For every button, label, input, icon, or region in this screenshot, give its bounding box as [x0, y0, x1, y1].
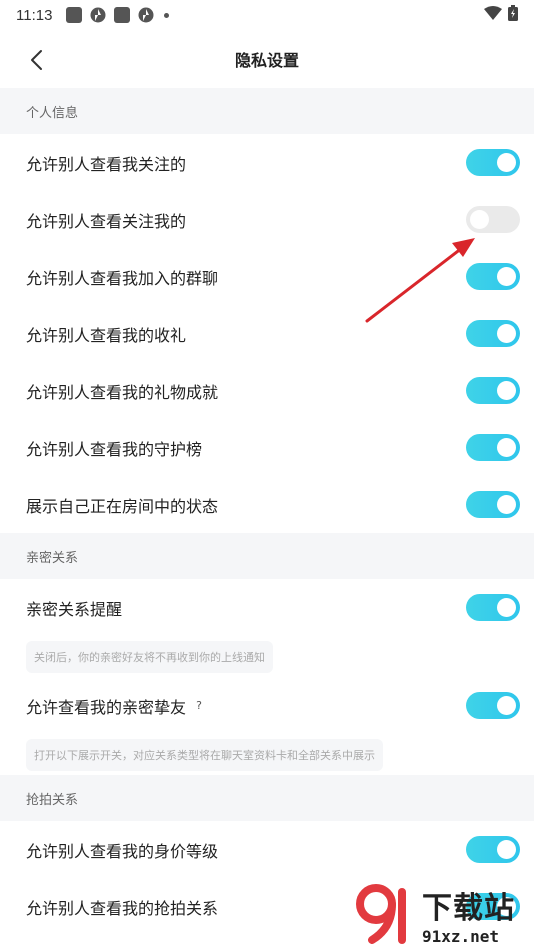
toggle-knob	[497, 696, 516, 715]
section-header-grab: 抢拍关系	[0, 775, 534, 821]
toggle-knob	[497, 381, 516, 400]
reminder-hint: 关闭后，你的亲密好友将不再收到你的上线通知	[26, 640, 273, 673]
setting-label: 允许别人查看我的身价等级	[26, 841, 219, 861]
toggle-switch-on[interactable]	[466, 320, 520, 347]
setting-label: 允许别人查看关注我的	[26, 211, 187, 231]
toggle-switch-on[interactable]	[466, 836, 520, 863]
setting-personal-row: 允许别人查看我的守护榜	[0, 419, 534, 476]
watermark-url: 91xz.net	[422, 926, 500, 946]
setting-grab-row: 允许别人查看我的身价等级	[0, 821, 534, 878]
toggle-switch-on[interactable]	[466, 377, 520, 404]
setting-personal-row: 展示自己正在房间中的状态	[0, 476, 534, 533]
watermark: 下载站 91xz.net	[356, 882, 526, 946]
setting-personal-row: 允许别人查看我加入的群聊	[0, 248, 534, 305]
setting-personal-row: 允许别人查看我的礼物成就	[0, 362, 534, 419]
battery-icon	[508, 5, 518, 25]
toggle-intimate-friends[interactable]	[466, 692, 520, 719]
toggle-knob	[497, 438, 516, 457]
back-button[interactable]	[22, 46, 50, 74]
watermark-cn: 下载站	[422, 890, 515, 926]
setting-personal-row: 允许别人查看我关注的	[0, 134, 534, 191]
friends-hint: 打开以下展示开关，对应关系类型将在聊天室资料卡和全部关系中展示	[26, 738, 383, 771]
toggle-knob	[470, 210, 489, 229]
setting-personal-row: 允许别人查看我的收礼	[0, 305, 534, 362]
sync-icon	[90, 7, 106, 23]
wifi-icon	[484, 6, 502, 24]
toggle-knob	[497, 324, 516, 343]
setting-label: 允许别人查看我加入的群聊	[26, 268, 219, 288]
status-bar: 11:13	[0, 0, 534, 30]
chevron-left-icon	[31, 50, 42, 70]
nav-bar: 隐私设置	[0, 30, 534, 88]
toggle-switch-on[interactable]	[466, 434, 520, 461]
more-notifications-dot	[164, 12, 170, 18]
sync-icon-2	[138, 7, 154, 23]
toggle-knob	[497, 840, 516, 859]
toggle-knob	[497, 495, 516, 514]
setting-label: 允许别人查看我的礼物成就	[26, 382, 219, 402]
personal-settings-list: 允许别人查看我关注的 允许别人查看关注我的允许别人查看我加入的群聊 允许别人查看我的…	[0, 134, 534, 533]
setting-label: 允许查看我的亲密挚友	[26, 697, 187, 717]
toggle-knob	[497, 598, 516, 617]
setting-label: 允许别人查看我的收礼	[26, 325, 187, 345]
page-title: 隐私设置	[234, 51, 299, 70]
setting-label-wrap: 允许查看我的亲密挚友 ?	[26, 694, 466, 718]
watermark-logo	[356, 884, 418, 944]
setting-label: 允许别人查看我的守护榜	[26, 439, 203, 459]
setting-label: 展示自己正在房间中的状态	[26, 496, 219, 516]
toggle-knob	[497, 153, 516, 172]
setting-personal-row: 允许别人查看关注我的	[0, 191, 534, 248]
section-header-personal: 个人信息	[0, 88, 534, 134]
toggle-knob	[497, 267, 516, 286]
toggle-intimate-reminder[interactable]	[466, 594, 520, 621]
notification-app-icon	[66, 7, 83, 23]
section-header-intimate: 亲密关系	[0, 533, 534, 579]
notification-app-icon-2	[114, 7, 131, 23]
setting-label: 亲密关系提醒	[26, 599, 123, 619]
setting-row-intimate-friends: 允许查看我的亲密挚友 ?	[0, 677, 534, 734]
toggle-switch-on[interactable]	[466, 491, 520, 518]
hint-wrap-friends: 打开以下展示开关，对应关系类型将在聊天室资料卡和全部关系中展示	[0, 734, 534, 775]
toggle-switch-on[interactable]	[466, 149, 520, 176]
watermark-text: 下载站 91xz.net	[422, 883, 515, 946]
toggle-switch-on[interactable]	[466, 263, 520, 290]
setting-label: 允许别人查看我关注的	[26, 154, 187, 174]
help-icon[interactable]: ?	[192, 699, 206, 713]
toggle-switch-off[interactable]	[466, 206, 520, 233]
setting-row-intimate-reminder: 亲密关系提醒	[0, 579, 534, 636]
hint-wrap-reminder: 关闭后，你的亲密好友将不再收到你的上线通知	[0, 636, 534, 677]
status-time: 11:13	[16, 6, 53, 24]
